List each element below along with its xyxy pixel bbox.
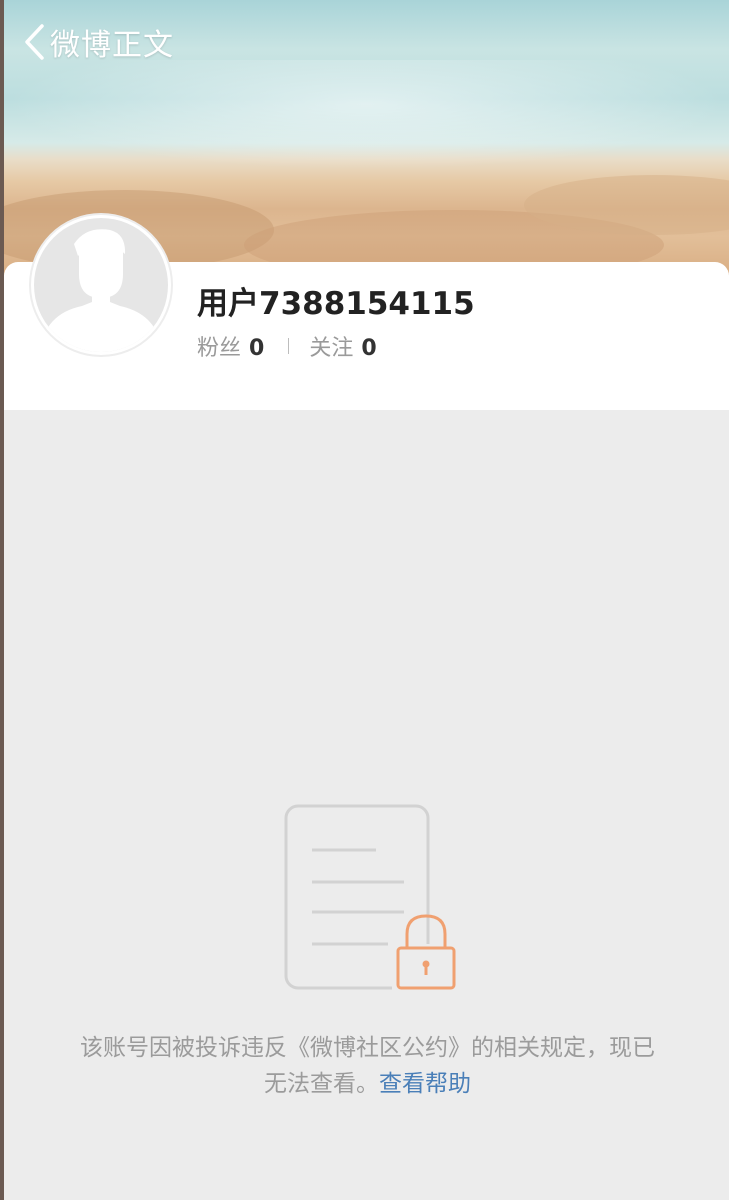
cover-sky-haze: [4, 60, 729, 170]
followers-stat[interactable]: 粉丝 0: [197, 330, 264, 362]
followers-label: 粉丝: [197, 336, 242, 361]
stats-divider: [288, 338, 290, 354]
blocked-message-text: 该账号因被投诉违反《微博社区公约》的相关规定，现已无法查看。: [80, 1035, 655, 1097]
username: 用户7388154115: [197, 286, 475, 322]
lock-icon: [392, 914, 456, 994]
chevron-left-icon: [22, 22, 46, 62]
avatar[interactable]: [31, 215, 171, 355]
blocked-content-illustration: [280, 800, 460, 1000]
following-stat[interactable]: 关注 0: [309, 330, 376, 362]
following-count: 0: [361, 336, 377, 361]
blocked-account-message: 该账号因被投诉违反《微博社区公约》的相关规定，现已无法查看。查看帮助: [80, 1030, 655, 1102]
followers-count: 0: [249, 336, 265, 361]
following-label: 关注: [309, 336, 354, 361]
back-button[interactable]: 微博正文: [22, 20, 174, 64]
profile-stats: 粉丝 0 关注 0: [197, 330, 377, 362]
view-help-link[interactable]: 查看帮助: [379, 1071, 471, 1097]
default-avatar-icon: [34, 218, 168, 352]
back-button-label: 微博正文: [50, 28, 174, 63]
